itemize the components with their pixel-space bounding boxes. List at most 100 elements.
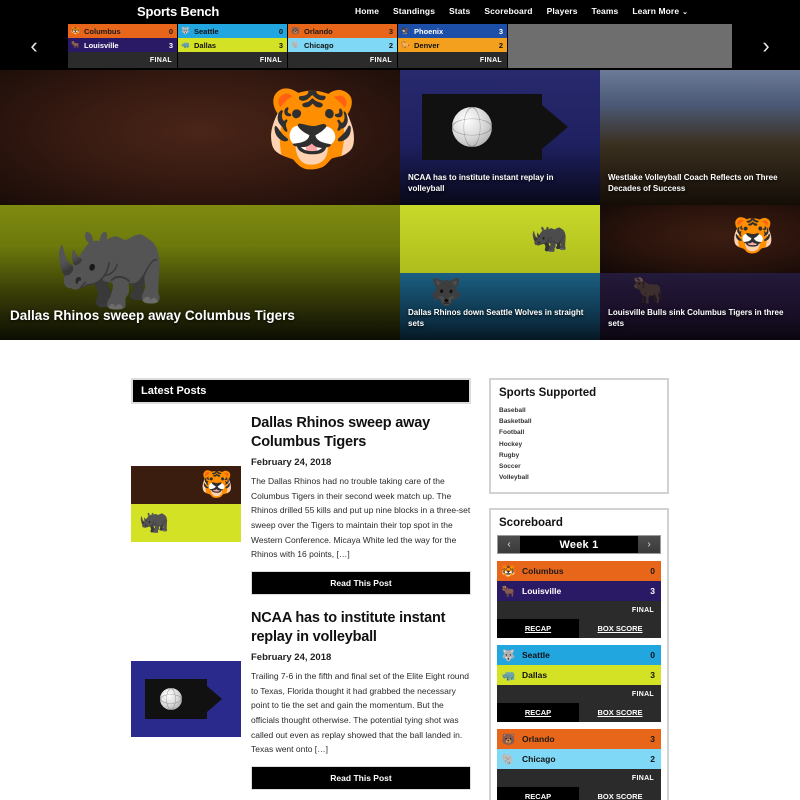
box-score-link[interactable]: BOX SCORE (579, 619, 661, 639)
ticker-prev-button[interactable]: ‹ (0, 22, 68, 70)
scoreboard-widget: Scoreboard ‹ Week 1 › 🐯 Columbus 0 🐂 Louisvi… (489, 508, 669, 800)
ticker-game[interactable]: 🐺 Seattle 0 🦏 Dallas 3 FINAL (178, 24, 288, 68)
game-status: FINAL (288, 52, 397, 68)
hero-card-bulls-tigers-title: Louisville Bulls sink Columbus Tigers in… (608, 307, 784, 329)
scoreboard-game-card: 🐻 Orlando 3 🐘 Chicago 2 FINAL RECAP BOX SCORE (497, 729, 661, 800)
hero-card-bulls-tigers[interactable]: 🐯 🐂 Louisville Bulls sink Columbus Tiger… (600, 205, 800, 340)
nav-item-scoreboard[interactable]: Scoreboard (484, 6, 532, 16)
box-score-link[interactable]: BOX SCORE (579, 703, 661, 723)
team-name: Louisville (522, 586, 562, 597)
post-title[interactable]: Dallas Rhinos sweep away Columbus Tigers (251, 414, 471, 452)
hero-card-westlake-coach-title: Westlake Volleyball Coach Reflects on Th… (608, 172, 778, 194)
scoreboard-title: Scoreboard (499, 517, 563, 530)
team-name: Chicago (522, 754, 556, 765)
sports-supported-item[interactable]: Rugby (499, 450, 659, 461)
read-this-post-button[interactable]: Read This Post (251, 570, 471, 595)
rhino-icon: 🦏 (139, 508, 169, 535)
game-status: FINAL (178, 52, 287, 68)
team-score: 0 (650, 650, 655, 661)
team-name: Chicago (304, 40, 334, 50)
game-status: FINAL (68, 52, 177, 68)
team-score: 2 (388, 40, 393, 50)
site-header: Sports Bench Home Standings Stats Scoreb… (0, 0, 800, 22)
post-title[interactable]: NCAA has to institute instant replay in … (251, 609, 471, 647)
ticker-game[interactable]: 🐻 Orlando 3 🐘 Chicago 2 FINAL (288, 24, 398, 68)
sports-supported-item[interactable]: Soccer (499, 461, 659, 472)
team-logo-icon: 🐘 (290, 39, 301, 51)
nav-item-home[interactable]: Home (355, 6, 379, 16)
volleyball-replay-icon (145, 678, 222, 719)
sports-supported-widget: Sports Supported Baseball Basketball Footb… (489, 378, 669, 495)
team-name: Seattle (522, 650, 550, 661)
team-score: 0 (650, 566, 655, 577)
team-logo-icon: 🐎 (400, 39, 411, 51)
ticker-game[interactable]: 🦅 Phoenix 3 🐎 Denver 2 FINAL (398, 24, 508, 68)
team-logo-icon: 🐻 (290, 25, 301, 37)
tiger-icon: 🐯 (200, 469, 233, 499)
nav-item-teams[interactable]: Teams (592, 6, 619, 16)
team-score: 0 (168, 26, 173, 36)
scoreboard-game-card: 🐺 Seattle 0 🦏 Dallas 3 FINAL RECAP BOX SCORE (497, 645, 661, 723)
ticker-game[interactable]: 🐯 Columbus 0 🐂 Louisville 3 FINAL (68, 24, 178, 68)
rewind-triangle-icon (542, 105, 568, 149)
ticker-home-row: 🐎 Denver 2 (398, 38, 507, 52)
hero-featured-rhino-title: Dallas Rhinos sweep away Columbus Tigers (10, 308, 295, 324)
week-prev-button[interactable]: ‹ (498, 536, 520, 554)
post-excerpt: The Dallas Rhinos had no trouble taking … (251, 476, 471, 560)
recap-link[interactable]: RECAP (497, 619, 579, 639)
sidebar: Sports Supported Baseball Basketball Footb… (489, 378, 669, 800)
ticker-next-button[interactable]: › (732, 22, 800, 70)
nav-item-stats[interactable]: Stats (449, 6, 470, 16)
recap-link[interactable]: RECAP (497, 787, 579, 800)
post-date: February 24, 2018 (251, 457, 332, 469)
team-name: Dallas (522, 670, 548, 681)
game-links: RECAP BOX SCORE (497, 787, 661, 800)
hero-card-ncaa-replay-title: NCAA has to institute instant replay in … (408, 172, 554, 194)
recap-link[interactable]: RECAP (497, 703, 579, 723)
bull-icon: 🐂 (632, 274, 665, 305)
sports-supported-item[interactable]: Volleyball (499, 472, 659, 483)
post-thumbnail[interactable]: 🐯 🦏 (131, 466, 241, 542)
team-logo-icon: 🐺 (180, 25, 191, 37)
nav-item-standings[interactable]: Standings (393, 6, 435, 16)
scoreboard-game-card: 🐯 Columbus 0 🐂 Louisville 3 FINAL RECAP BOX SCOR… (497, 561, 661, 639)
team-score: 2 (650, 754, 655, 765)
hero-featured-tiger[interactable]: 🐯 (0, 70, 400, 205)
post-body: Dallas Rhinos sweep away Columbus Tigers… (251, 414, 471, 595)
ticker-rail[interactable]: 🐯 Columbus 0 🐂 Louisville 3 FINAL 🐺 Seattle 0 🦏 Dal… (68, 24, 732, 68)
team-logo-icon: 🐯 (70, 25, 81, 37)
sports-supported-item[interactable]: Baseball (499, 405, 659, 416)
hero-card-westlake-coach[interactable]: Westlake Volleyball Coach Reflects on Th… (600, 70, 800, 205)
rewind-triangle-icon (207, 685, 222, 712)
rhino-icon: 🦏 (530, 221, 568, 254)
score-ticker: ‹ 🐯 Columbus 0 🐂 Louisville 3 FINAL 🐺 Seattle 0 🦏 D… (0, 22, 800, 70)
main-navigation: Home Standings Stats Scoreboard Players … (355, 6, 688, 16)
nav-item-players[interactable]: Players (547, 6, 578, 16)
ticker-away-row: 🐺 Seattle 0 (178, 24, 287, 38)
week-next-button[interactable]: › (638, 536, 660, 554)
sports-supported-item[interactable]: Basketball (499, 416, 659, 427)
scoreboard-away-row: 🐯 Columbus 0 (497, 561, 661, 582)
team-name: Orlando (304, 26, 333, 36)
sports-supported-item[interactable]: Football (499, 427, 659, 438)
hero-card-ncaa-replay[interactable]: NCAA has to institute instant replay in … (400, 70, 600, 205)
week-navigation: ‹ Week 1 › (497, 535, 661, 555)
sports-supported-item[interactable]: Hockey (499, 439, 659, 450)
nav-item-learn-more[interactable]: Learn More ⌄ (632, 6, 688, 16)
scoreboard-games: 🐯 Columbus 0 🐂 Louisville 3 FINAL RECAP BOX SCOR… (491, 561, 667, 800)
scoreboard-away-row: 🐻 Orlando 3 (497, 729, 661, 750)
hero-card-rhinos-wolves[interactable]: 🦏 🐺 Dallas Rhinos down Seattle Wolves in… (400, 205, 600, 340)
box-score-link[interactable]: BOX SCORE (579, 787, 661, 800)
featured-hero: 🐯 🦏 Dallas Rhinos sweep away Columbus Ti… (0, 70, 800, 340)
team-logo-icon: 🦏 (180, 39, 191, 51)
team-logo-icon: 🐻 (501, 731, 516, 747)
team-logo-icon: 🐂 (501, 583, 516, 599)
hero-featured-rhino[interactable]: 🦏 Dallas Rhinos sweep away Columbus Tige… (0, 205, 400, 340)
post-thumbnail[interactable] (131, 660, 241, 737)
read-this-post-button[interactable]: Read This Post (251, 765, 471, 790)
post-excerpt: Trailing 7-6 in the fifth and final set … (251, 671, 469, 755)
team-score: 3 (278, 40, 283, 50)
team-score: 3 (650, 586, 655, 597)
team-name: Phoenix (414, 26, 444, 36)
team-name: Denver (414, 40, 440, 50)
